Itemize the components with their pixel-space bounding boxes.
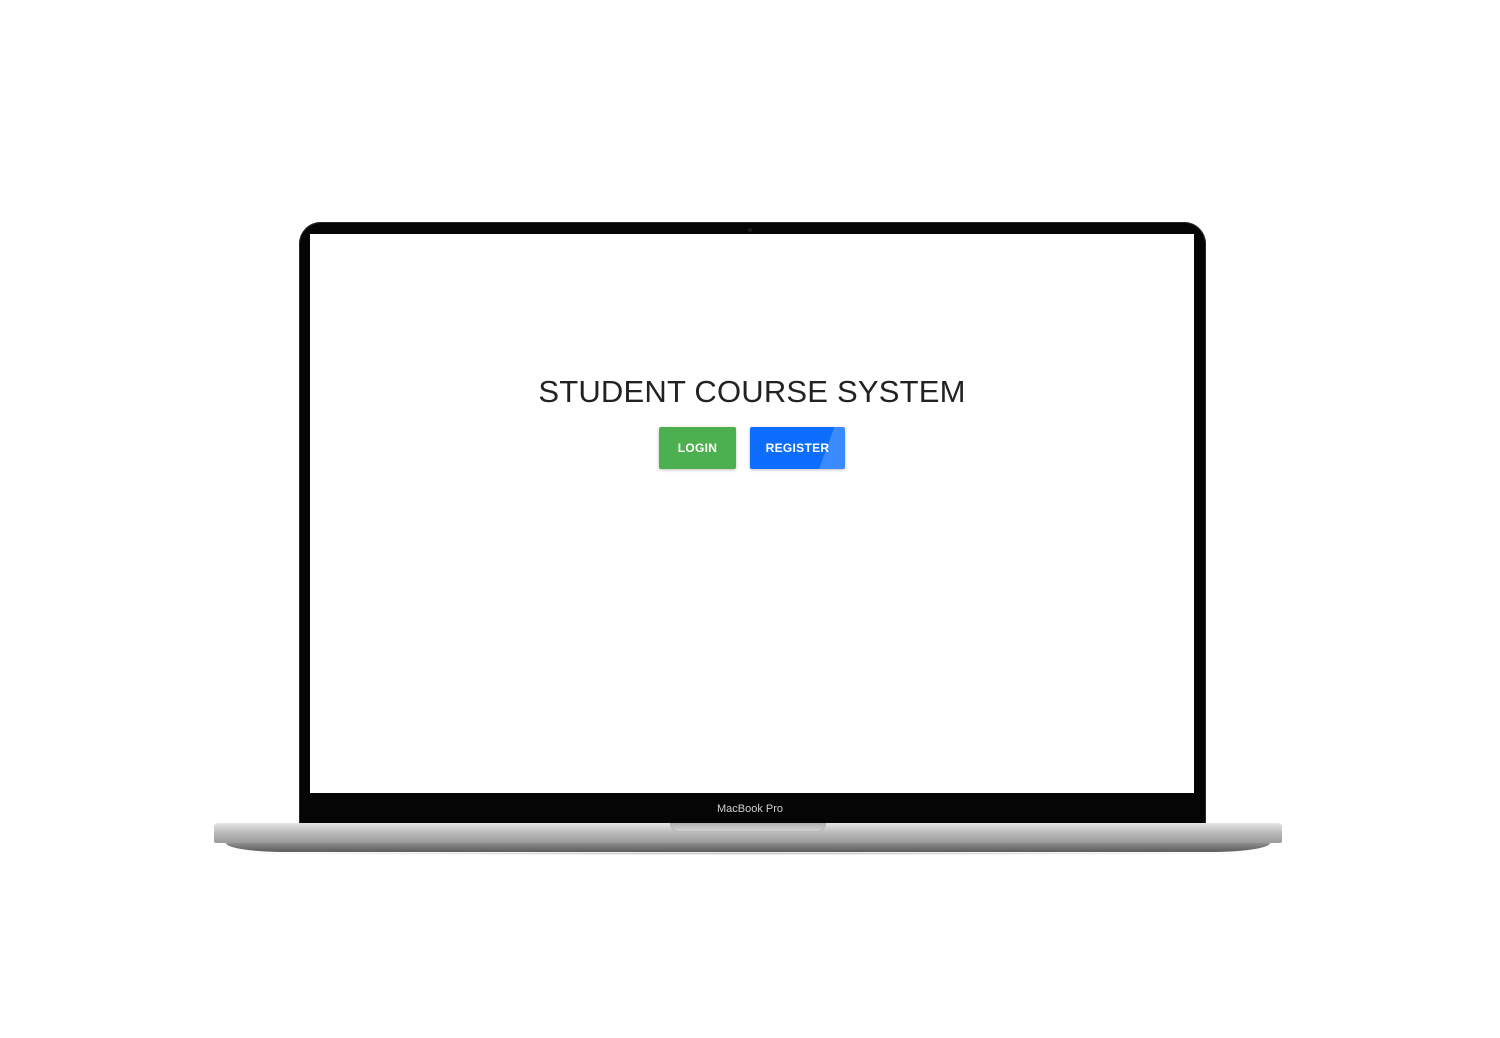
laptop-notch: [670, 823, 826, 832]
login-button[interactable]: LOGIN: [659, 427, 736, 469]
device-model-label: MacBook Pro: [716, 803, 784, 815]
laptop-base-edge: [226, 843, 1270, 852]
camera-icon: [748, 228, 752, 232]
register-button[interactable]: REGISTER: [750, 427, 845, 469]
mockup-stage: STUDENT COURSE SYSTEM LOGIN REGISTER Mac…: [0, 0, 1500, 1038]
laptop-shadow: [204, 852, 1292, 855]
auth-actions: LOGIN REGISTER: [310, 427, 1194, 469]
laptop-screen: STUDENT COURSE SYSTEM LOGIN REGISTER: [310, 234, 1194, 793]
page-title: STUDENT COURSE SYSTEM: [538, 374, 966, 409]
